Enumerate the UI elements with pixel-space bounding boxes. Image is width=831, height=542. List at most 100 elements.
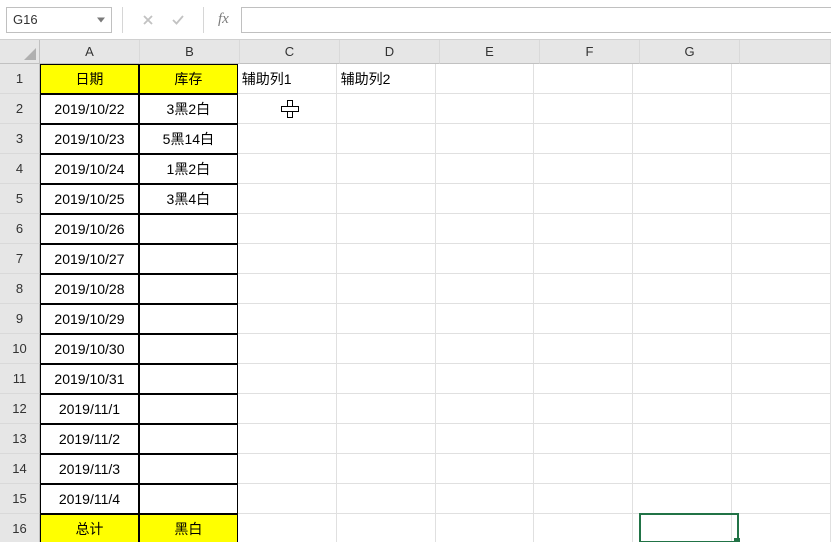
cell[interactable]: [534, 514, 633, 542]
cell[interactable]: [436, 64, 535, 94]
row-header-10[interactable]: 10: [0, 334, 40, 364]
col-header-D[interactable]: D: [340, 40, 440, 64]
cell-stock[interactable]: [139, 364, 238, 394]
name-box[interactable]: G16: [6, 7, 112, 33]
cell[interactable]: [732, 454, 831, 484]
cell-date[interactable]: 2019/11/1: [40, 394, 139, 424]
cell[interactable]: [238, 304, 337, 334]
row-header-3[interactable]: 3: [0, 124, 40, 154]
cell[interactable]: [238, 94, 337, 124]
cell[interactable]: [732, 244, 831, 274]
cell-stock[interactable]: 5黑14白: [139, 124, 238, 154]
cell-stock[interactable]: [139, 304, 238, 334]
cell[interactable]: [436, 304, 535, 334]
cell[interactable]: [337, 484, 436, 514]
row-header-5[interactable]: 5: [0, 184, 40, 214]
cell-date[interactable]: 2019/11/3: [40, 454, 139, 484]
cell[interactable]: [633, 304, 732, 334]
cell[interactable]: [534, 454, 633, 484]
row-header-14[interactable]: 14: [0, 454, 40, 484]
cell[interactable]: [534, 64, 633, 94]
cell[interactable]: [238, 454, 337, 484]
cell-stock[interactable]: [139, 394, 238, 424]
row-header-12[interactable]: 12: [0, 394, 40, 424]
cell[interactable]: [534, 94, 633, 124]
cell[interactable]: [633, 394, 732, 424]
cell[interactable]: [732, 514, 831, 542]
cell[interactable]: [633, 454, 732, 484]
grid[interactable]: ABCDEFG 日期库存辅助列1辅助列22019/10/223黑2白2019/1…: [40, 40, 831, 542]
cell[interactable]: [732, 304, 831, 334]
cell[interactable]: [633, 244, 732, 274]
cell[interactable]: [337, 394, 436, 424]
cell-date[interactable]: 2019/10/23: [40, 124, 139, 154]
cell[interactable]: [238, 424, 337, 454]
cell-date[interactable]: 2019/11/4: [40, 484, 139, 514]
cell[interactable]: [732, 424, 831, 454]
cell[interactable]: [732, 394, 831, 424]
cell[interactable]: [534, 244, 633, 274]
cell[interactable]: [732, 184, 831, 214]
cell[interactable]: [633, 484, 732, 514]
cell[interactable]: [337, 424, 436, 454]
cell-date[interactable]: 2019/10/25: [40, 184, 139, 214]
cell[interactable]: [436, 124, 535, 154]
cell[interactable]: [238, 154, 337, 184]
cell[interactable]: [238, 274, 337, 304]
cell[interactable]: [534, 214, 633, 244]
cell[interactable]: [436, 424, 535, 454]
header-date[interactable]: 日期: [40, 64, 139, 94]
cell[interactable]: [337, 214, 436, 244]
cell[interactable]: [238, 364, 337, 394]
cell[interactable]: [337, 334, 436, 364]
cell-stock[interactable]: [139, 424, 238, 454]
cell[interactable]: [534, 274, 633, 304]
cell-stock[interactable]: [139, 244, 238, 274]
cell-date[interactable]: 2019/10/26: [40, 214, 139, 244]
cell[interactable]: [732, 124, 831, 154]
cell[interactable]: [534, 334, 633, 364]
cell[interactable]: [534, 424, 633, 454]
cell[interactable]: [436, 184, 535, 214]
cell[interactable]: [238, 484, 337, 514]
cell[interactable]: [238, 124, 337, 154]
cell[interactable]: [732, 154, 831, 184]
cell-date[interactable]: 2019/10/27: [40, 244, 139, 274]
cell-stock[interactable]: 3黑4白: [139, 184, 238, 214]
cell[interactable]: [633, 184, 732, 214]
cell-stock[interactable]: [139, 214, 238, 244]
formula-input[interactable]: [241, 7, 831, 33]
cell[interactable]: [633, 274, 732, 304]
cell[interactable]: [436, 514, 535, 542]
cell-stock[interactable]: [139, 274, 238, 304]
cell[interactable]: [732, 94, 831, 124]
cell[interactable]: [534, 124, 633, 154]
row-header-16[interactable]: 16: [0, 514, 40, 542]
cell[interactable]: [436, 274, 535, 304]
cell[interactable]: [238, 334, 337, 364]
cell[interactable]: [337, 274, 436, 304]
cell[interactable]: [732, 334, 831, 364]
cell[interactable]: [238, 184, 337, 214]
cell[interactable]: [732, 64, 831, 94]
cell-stock[interactable]: [139, 484, 238, 514]
cell[interactable]: [633, 514, 732, 542]
cell[interactable]: [534, 364, 633, 394]
header-aux1[interactable]: 辅助列1: [238, 64, 337, 94]
cell[interactable]: [732, 484, 831, 514]
cell[interactable]: [633, 94, 732, 124]
row-header-15[interactable]: 15: [0, 484, 40, 514]
row-header-6[interactable]: 6: [0, 214, 40, 244]
cell[interactable]: [436, 454, 535, 484]
cell[interactable]: [633, 214, 732, 244]
cell[interactable]: [534, 394, 633, 424]
cell[interactable]: [534, 484, 633, 514]
total-label[interactable]: 总计: [40, 514, 139, 542]
cell[interactable]: [633, 154, 732, 184]
cell-date[interactable]: 2019/10/31: [40, 364, 139, 394]
cell[interactable]: [436, 214, 535, 244]
cell-stock[interactable]: 1黑2白: [139, 154, 238, 184]
cell-date[interactable]: 2019/11/2: [40, 424, 139, 454]
cell-date[interactable]: 2019/10/29: [40, 304, 139, 334]
row-header-11[interactable]: 11: [0, 364, 40, 394]
